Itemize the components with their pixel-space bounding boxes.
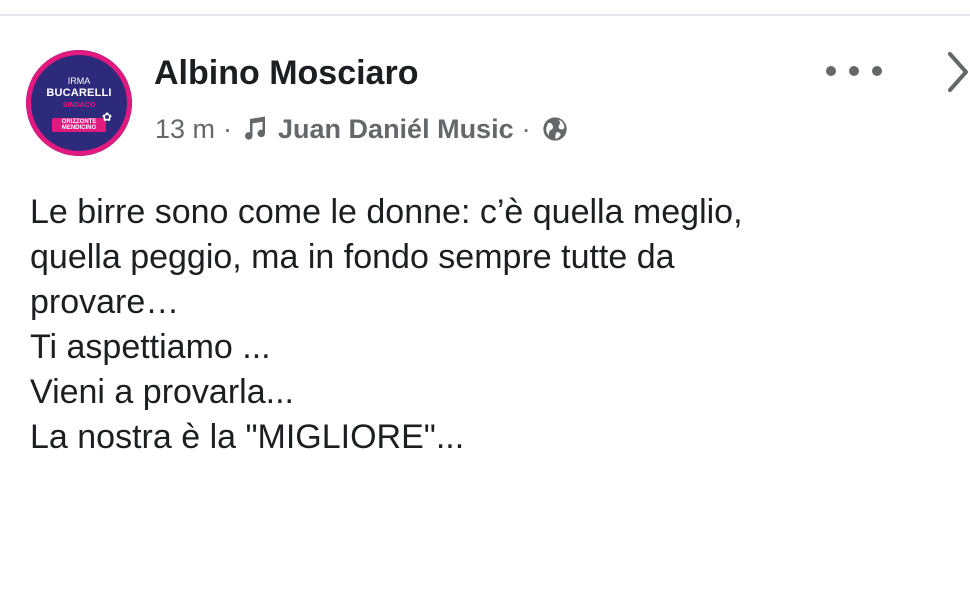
music-note-icon: [245, 116, 266, 140]
avatar-last-name: BUCARELLI: [46, 87, 112, 99]
avatar-first-name: IRMA: [67, 76, 91, 86]
more-options-icon: [849, 66, 859, 76]
more-options-icon: [826, 66, 836, 76]
globe-icon[interactable]: [541, 115, 569, 143]
clover-icon: ✿: [102, 110, 113, 124]
meta-separator: ·: [223, 113, 233, 144]
avatar-role: SINDACO: [62, 102, 96, 109]
post-text-line: provare…: [30, 283, 180, 321]
more-options-button[interactable]: [826, 56, 882, 86]
post-text-line: quella peggio, ma in fondo sempre tutte …: [30, 238, 675, 276]
post-meta: 13 m · Juan Daniél Music ·: [155, 112, 569, 146]
music-attribution[interactable]: Juan Daniél Music: [278, 114, 514, 145]
more-options-icon: [872, 66, 882, 76]
post-text-line: La nostra è la "MIGLIORE"...: [30, 418, 465, 456]
avatar-list-name: ORIZZONTE MENDICINO: [52, 118, 106, 132]
post-time[interactable]: 13 m: [155, 114, 215, 145]
post-text-line: Le birre sono come le donne: c’è quella …: [30, 193, 743, 231]
chevron-right-icon[interactable]: [946, 48, 970, 96]
author-name[interactable]: Albino Mosciaro: [154, 54, 418, 93]
meta-separator: ·: [521, 113, 531, 144]
post-text: Le birre sono come le donne: c’è quella …: [30, 190, 930, 460]
avatar[interactable]: IRMA BUCARELLI SINDACO ORIZZONTE MENDICI…: [26, 50, 132, 156]
post-text-line: Ti aspettiamo ...: [30, 328, 271, 366]
post-text-line: Vieni a provarla...: [30, 373, 294, 411]
top-divider: [0, 14, 970, 16]
